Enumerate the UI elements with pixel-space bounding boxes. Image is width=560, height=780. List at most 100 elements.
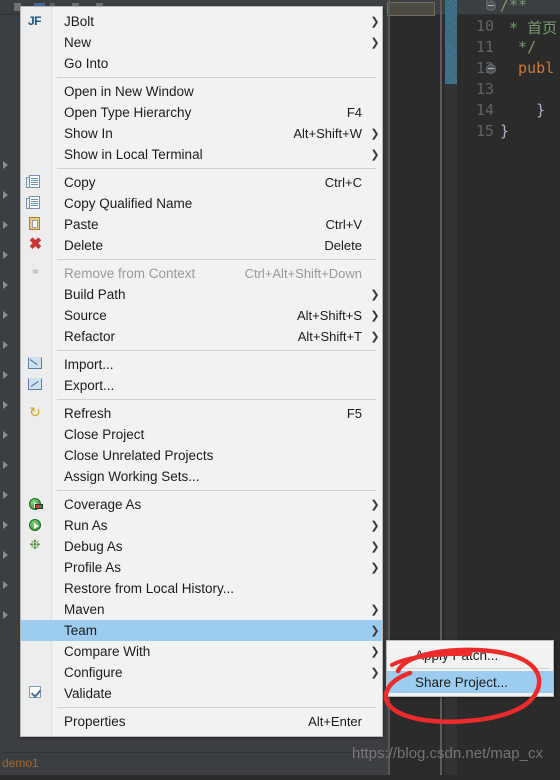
menu-item-copy[interactable]: CopyCtrl+C❯ — [21, 172, 382, 193]
run-icon — [29, 519, 41, 531]
tree-expand-arrow[interactable] — [3, 221, 8, 229]
menu-item-label: Paste — [64, 217, 99, 232]
menu-item-label: Close Unrelated Projects — [64, 448, 214, 463]
menu-item-label: Compare With — [64, 644, 151, 659]
tree-expand-arrow[interactable] — [3, 581, 8, 589]
menu-item-refresh[interactable]: ↻RefreshF5❯ — [21, 403, 382, 424]
menu-item-export[interactable]: Export...❯ — [21, 375, 382, 396]
menu-item-icon-slot — [21, 102, 51, 123]
menu-item-maven[interactable]: Maven ❯ — [21, 599, 382, 620]
menu-item-open-type-hierarchy[interactable]: Open Type HierarchyF4❯ — [21, 102, 382, 123]
menu-item-icon-slot — [21, 354, 51, 375]
menu-item-icon-slot — [21, 599, 51, 620]
code-fold-marker[interactable] — [486, 64, 496, 74]
menu-item-label: Profile As — [64, 560, 122, 575]
tree-expand-arrow[interactable] — [3, 551, 8, 559]
menu-item-paste[interactable]: PasteCtrl+V❯ — [21, 214, 382, 235]
menu-item-icon-slot — [21, 683, 51, 704]
menu-separator — [57, 350, 376, 351]
menu-separator — [57, 77, 376, 78]
menu-item-label: Delete — [64, 238, 104, 253]
menu-item-icon-slot — [21, 662, 51, 683]
menu-item-icon-slot — [21, 711, 51, 732]
tree-expand-arrow[interactable] — [3, 251, 8, 259]
menu-separator — [57, 399, 376, 400]
tree-expand-arrow[interactable] — [3, 341, 8, 349]
team-submenu[interactable]: Apply Patch... Share Project... — [386, 640, 554, 697]
tree-expand-arrow[interactable] — [3, 611, 8, 619]
menu-item-debug-as[interactable]: ❉ Debug As ❯ — [21, 536, 382, 557]
menu-item-open-in-new-window[interactable]: Open in New Window❯ — [21, 81, 382, 102]
menu-item-label: Remove from Context — [64, 266, 196, 281]
menu-item-coverage-as[interactable]: Coverage As ❯ — [21, 494, 382, 515]
menu-item-icon-slot — [21, 81, 51, 102]
menu-item-run-as[interactable]: Run As ❯ — [21, 515, 382, 536]
submenu-chevron-right-icon: ❯ — [370, 520, 380, 532]
menu-item-source[interactable]: Source Alt+Shift+S ❯ — [21, 305, 382, 326]
code-line: */ — [500, 38, 537, 56]
menu-item-profile-as[interactable]: Profile As ❯ — [21, 557, 382, 578]
submenu-chevron-right-icon: ❯ — [370, 331, 380, 343]
menu-item-label: Open in New Window — [64, 84, 194, 99]
menu-item-icon-slot — [21, 144, 51, 165]
menu-item-icon-slot — [21, 515, 51, 536]
menu-item-delete[interactable]: ✖DeleteDelete❯ — [21, 235, 382, 256]
menu-item-close-project[interactable]: Close Project❯ — [21, 424, 382, 445]
menu-item-label: Open Type Hierarchy — [64, 105, 192, 120]
tree-expand-arrow[interactable] — [3, 521, 8, 529]
menu-item-shortcut: Delete — [324, 238, 362, 253]
code-line: * 首页 — [500, 19, 558, 37]
submenu-item-apply-patch[interactable]: Apply Patch... — [387, 644, 553, 666]
submenu-chevron-right-icon: ❯ — [370, 562, 380, 574]
menu-item-label: Build Path — [64, 287, 126, 302]
submenu-item-share-project[interactable]: Share Project... — [387, 671, 553, 693]
submenu-chevron-right-icon: ❯ — [370, 625, 380, 637]
menu-item-go-into[interactable]: Go Into❯ — [21, 53, 382, 74]
menu-item-label: JBolt — [64, 14, 95, 29]
context-menu[interactable]: JFJBolt❯New❯Go Into❯Open in New Window❯O… — [20, 6, 383, 737]
menu-item-copy-qualified-name[interactable]: Copy Qualified Name❯ — [21, 193, 382, 214]
menu-item-icon-slot — [21, 53, 51, 74]
watermark-url: https://blog.csdn.net/map_cx — [352, 745, 543, 762]
menu-item-configure[interactable]: Configure ❯ — [21, 662, 382, 683]
menu-item-build-path[interactable]: Build Path ❯ — [21, 284, 382, 305]
menu-item-refactor[interactable]: Refactor Alt+Shift+T ❯ — [21, 326, 382, 347]
menu-item-show-in-local-terminal[interactable]: Show in Local Terminal ❯ — [21, 144, 382, 165]
menu-item-icon-slot — [21, 557, 51, 578]
tree-expand-arrow[interactable] — [3, 371, 8, 379]
menu-item-close-unrelated-projects[interactable]: Close Unrelated Projects❯ — [21, 445, 382, 466]
tree-expand-arrow[interactable] — [3, 401, 8, 409]
menu-item-import[interactable]: Import...❯ — [21, 354, 382, 375]
menu-separator — [57, 259, 376, 260]
menu-item-team[interactable]: Team ❯ — [21, 620, 382, 641]
tree-expand-arrow[interactable] — [3, 461, 8, 469]
gutter-line-number: 15 — [475, 122, 494, 140]
menu-item-label: Show in Local Terminal — [64, 147, 203, 162]
editor-tab[interactable] — [387, 2, 435, 16]
code-fold-marker[interactable] — [486, 1, 496, 11]
menu-item-new[interactable]: New ❯ — [21, 32, 382, 53]
menu-item-icon-slot — [21, 193, 51, 214]
menu-item-assign-working-sets[interactable]: Assign Working Sets...❯ — [21, 466, 382, 487]
menu-item-restore-from-local-history[interactable]: Restore from Local History...❯ — [21, 578, 382, 599]
tree-expand-arrow[interactable] — [3, 281, 8, 289]
menu-item-jbolt[interactable]: JF JBolt ❯ — [21, 11, 382, 32]
menu-item-label: Export... — [64, 378, 115, 393]
menu-item-compare-with[interactable]: Compare With ❯ — [21, 641, 382, 662]
tree-expand-arrow[interactable] — [3, 491, 8, 499]
tree-expand-arrow[interactable] — [3, 191, 8, 199]
menu-item-icon-slot — [21, 172, 51, 193]
menu-item-show-in[interactable]: Show In Alt+Shift+W ❯ — [21, 123, 382, 144]
gutter-line-number: 11 — [475, 38, 494, 56]
gutter-line-number: 13 — [475, 80, 494, 98]
validate-checkbox-icon[interactable] — [29, 686, 41, 698]
tree-expand-arrow[interactable] — [3, 161, 8, 169]
tree-expand-arrow[interactable] — [3, 431, 8, 439]
editor-scrollbar-thumb[interactable] — [445, 0, 457, 84]
menu-item-properties[interactable]: PropertiesAlt+Enter❯ — [21, 711, 382, 732]
menu-item-validate[interactable]: Validate❯ — [21, 683, 382, 704]
code-line: } — [500, 101, 546, 119]
menu-item-icon-slot — [21, 466, 51, 487]
paste-icon — [29, 217, 40, 230]
tree-expand-arrow[interactable] — [3, 311, 8, 319]
